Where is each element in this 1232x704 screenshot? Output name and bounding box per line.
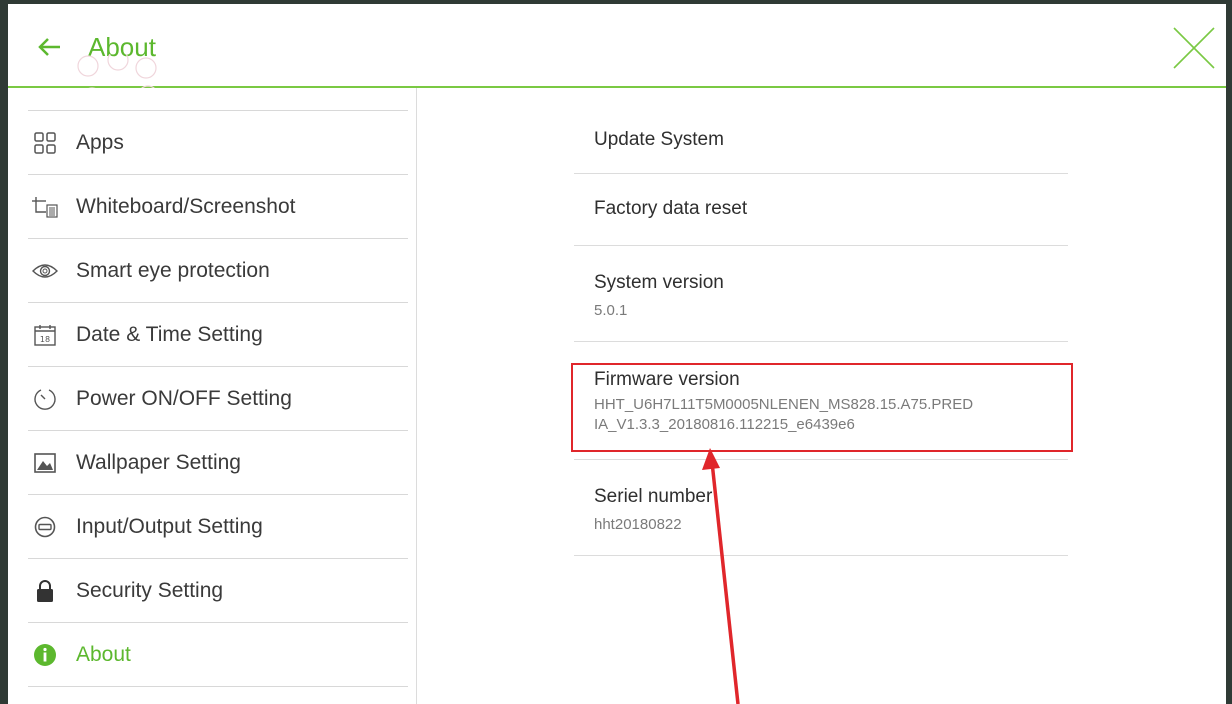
apps-grid-icon (32, 130, 58, 156)
setting-title: Factory data reset (594, 198, 748, 219)
sidebar-item-label: Security Setting (76, 578, 224, 602)
header-bar: About (8, 4, 1226, 129)
red-arrow-icon (702, 448, 740, 704)
sidebar-item-label: Input/Output Setting (76, 514, 263, 538)
sidebar-item-date-time[interactable]: 18 Date & Time Setting (28, 303, 408, 367)
sidebar-item-label: Wallpaper Setting (76, 450, 241, 474)
update-system-row[interactable]: Update System (574, 108, 1068, 174)
sidebar-item-security[interactable]: Security Setting (28, 559, 408, 623)
setting-title: System version (594, 272, 724, 293)
highlight-box (571, 363, 1073, 452)
sidebar-item-label: Apps (76, 130, 124, 154)
sidebar-scroll-remnant (28, 88, 408, 111)
eye-icon (32, 258, 58, 284)
sidebar-item-label: Power ON/OFF Setting (76, 386, 292, 410)
factory-reset-row[interactable]: Factory data reset (574, 174, 1068, 246)
setting-value: 5.0.1 (594, 302, 628, 319)
image-icon (32, 450, 58, 476)
sidebar-item-label: About (76, 642, 131, 666)
settings-sidebar: Apps Whiteboard/Screenshot Smart eye pro… (8, 88, 417, 704)
sidebar-item-label: Date & Time Setting (76, 322, 263, 346)
info-icon (32, 642, 58, 668)
input-output-icon (32, 514, 58, 540)
timer-icon (32, 386, 58, 412)
sidebar-item-label: Smart eye protection (76, 258, 270, 282)
sidebar-item-about[interactable]: About (28, 623, 408, 687)
sidebar-item-eye-protection[interactable]: Smart eye protection (28, 239, 408, 303)
sidebar-item-label: Whiteboard/Screenshot (76, 194, 296, 218)
sidebar-item-wallpaper[interactable]: Wallpaper Setting (28, 431, 408, 495)
sidebar-item-input-output[interactable]: Input/Output Setting (28, 495, 408, 559)
setting-title: Update System (594, 129, 724, 150)
svg-text:18: 18 (40, 335, 50, 344)
sidebar-item-power[interactable]: Power ON/OFF Setting (28, 367, 408, 431)
back-arrow-icon[interactable] (34, 32, 64, 62)
system-version-row: System version 5.0.1 (574, 246, 1068, 342)
serial-number-row: Seriel number hht20180822 (574, 460, 1068, 556)
whiteboard-icon (32, 194, 58, 220)
sidebar-item-whiteboard[interactable]: Whiteboard/Screenshot (28, 175, 408, 239)
close-icon[interactable] (1170, 24, 1218, 72)
sidebar-item-apps[interactable]: Apps (28, 111, 408, 175)
lock-icon (32, 578, 58, 604)
calendar-icon: 18 (32, 322, 58, 348)
